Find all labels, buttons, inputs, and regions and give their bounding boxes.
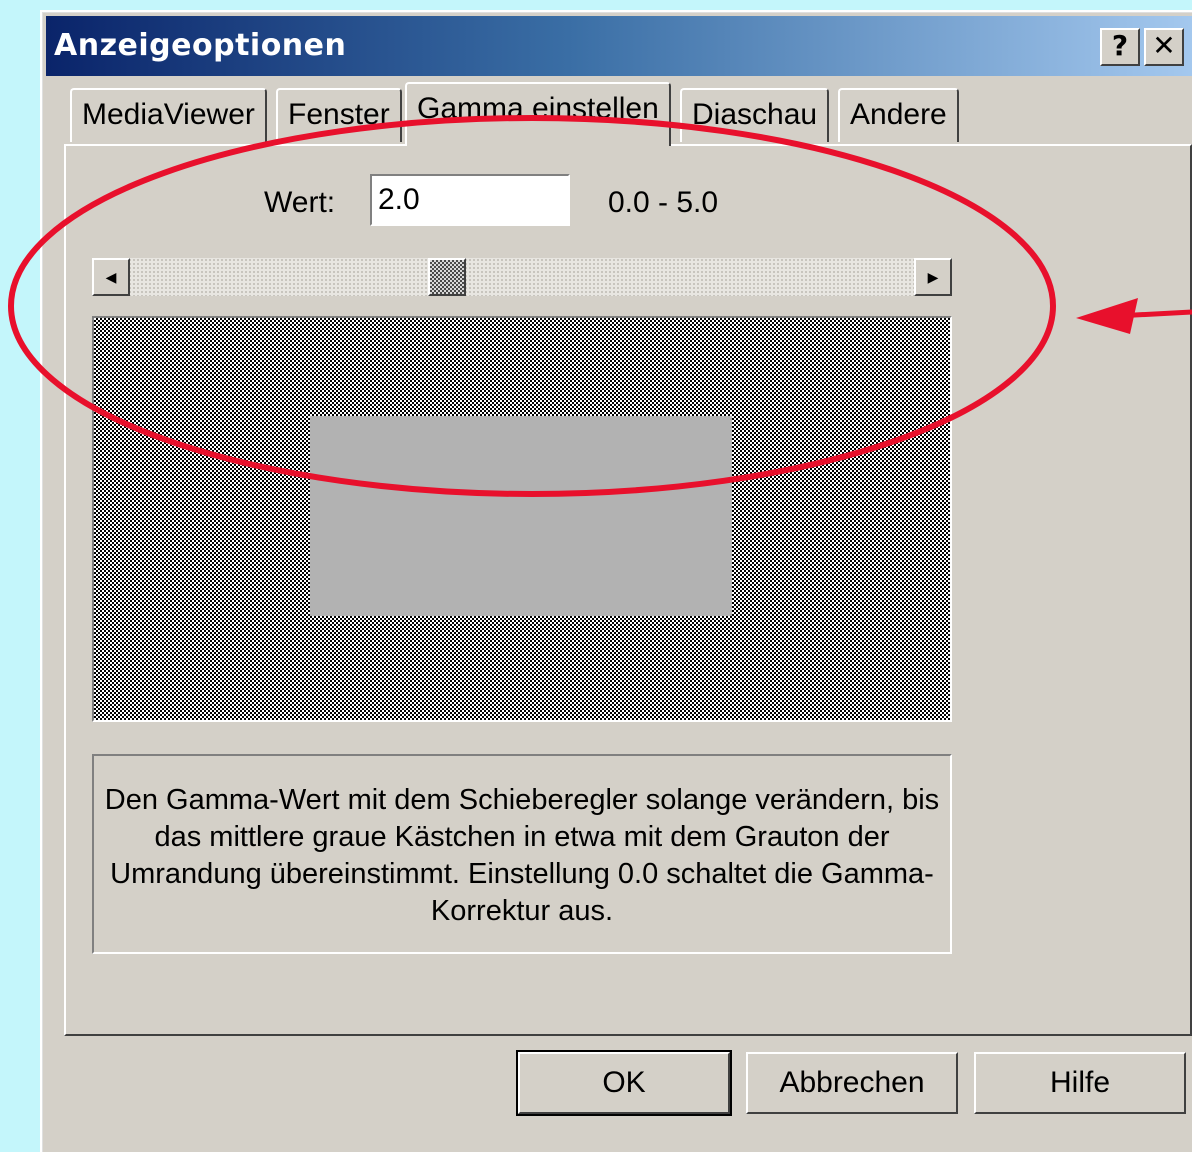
title-bar[interactable]: Anzeigeoptionen ? ✕	[46, 16, 1192, 76]
tab-fenster[interactable]: Fenster	[276, 88, 402, 142]
ok-button[interactable]: OK	[516, 1050, 732, 1116]
gamma-description: Den Gamma-Wert mit dem Schieberegler sol…	[92, 754, 952, 954]
slider-thumb[interactable]	[428, 258, 466, 296]
gamma-value-input[interactable]	[370, 174, 570, 226]
cancel-button[interactable]: Abbrechen	[746, 1052, 958, 1114]
gamma-slider[interactable]: ◀ ▶	[92, 258, 952, 296]
tab-diaschau[interactable]: Diaschau	[680, 88, 830, 142]
help-title-button[interactable]: ?	[1100, 28, 1140, 66]
tab-mediaviewer[interactable]: MediaViewer	[70, 88, 267, 142]
tab-andere[interactable]: Andere	[838, 88, 959, 142]
close-icon[interactable]: ✕	[1144, 28, 1184, 66]
gamma-test-pattern	[92, 316, 952, 722]
gamma-range-label: 0.0 - 5.0	[608, 186, 719, 219]
scroll-right-icon[interactable]: ▶	[914, 258, 952, 296]
tab-gamma-einstellen[interactable]: Gamma einstellen	[405, 82, 671, 146]
help-button[interactable]: Hilfe	[974, 1052, 1186, 1114]
gamma-value-label: Wert:	[264, 186, 336, 219]
scroll-left-icon[interactable]: ◀	[92, 258, 130, 296]
gamma-gray-box	[310, 416, 732, 616]
window-title: Anzeigeoptionen	[54, 28, 347, 63]
